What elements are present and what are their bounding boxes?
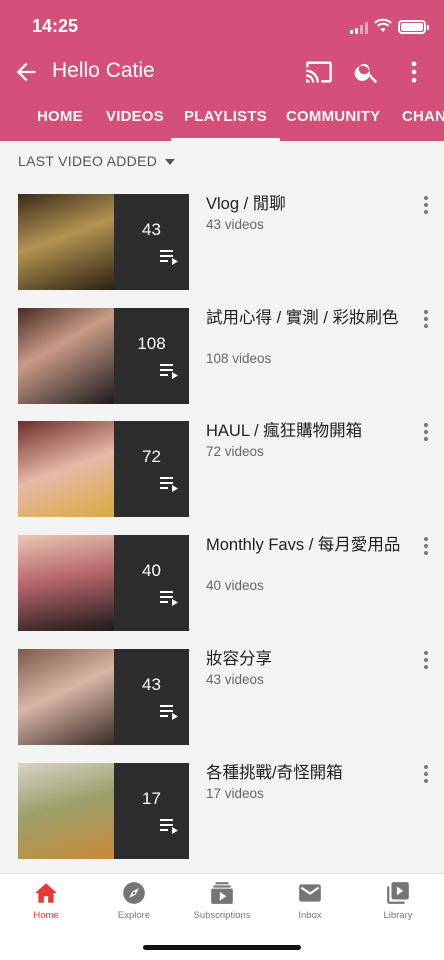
subscriptions-icon bbox=[211, 882, 233, 904]
arrow-left-icon[interactable] bbox=[12, 58, 40, 86]
nav-home[interactable]: Home bbox=[2, 880, 90, 921]
playlist-title[interactable]: Vlog / 閒聊 bbox=[206, 194, 402, 214]
sort-label: LAST VIDEO ADDED bbox=[18, 153, 158, 169]
more-vert-icon[interactable] bbox=[420, 196, 432, 216]
tab-playlists[interactable]: PLAYLISTS bbox=[171, 96, 280, 141]
playlist-video-count: 43 videos bbox=[206, 217, 264, 232]
more-vert-icon[interactable] bbox=[400, 58, 428, 86]
playlist-icon bbox=[160, 705, 178, 720]
more-vert-icon[interactable] bbox=[420, 765, 432, 785]
playlist-icon bbox=[160, 250, 178, 265]
thumbnail-image bbox=[18, 421, 114, 517]
playlist-item[interactable]: 108 試用心得 / 實測 / 彩妝刷色 108 videos bbox=[0, 308, 444, 408]
nav-label: Subscriptions bbox=[193, 910, 251, 921]
playlist-count: 17 bbox=[142, 789, 161, 808]
playlist-video-count: 17 videos bbox=[206, 786, 264, 801]
playlist-count-overlay: 72 bbox=[114, 421, 189, 517]
playlist-count-overlay: 40 bbox=[114, 535, 189, 631]
playlist-title[interactable]: 試用心得 / 實測 / 彩妝刷色 bbox=[206, 308, 402, 328]
cast-icon[interactable] bbox=[305, 58, 333, 86]
playlist-count: 72 bbox=[142, 447, 161, 466]
nav-inbox[interactable]: Inbox bbox=[266, 880, 354, 921]
playlist-item[interactable]: 43 妝容分享 43 videos bbox=[0, 649, 444, 749]
channel-title: Hello Catie bbox=[52, 59, 155, 82]
home-indicator[interactable] bbox=[143, 945, 301, 950]
playlist-thumbnail[interactable]: 43 bbox=[18, 649, 189, 745]
playlist-item[interactable]: 40 Monthly Favs / 每月愛用品 40 videos bbox=[0, 535, 444, 635]
thumbnail-image bbox=[18, 649, 114, 745]
playlist-item[interactable]: 43 Vlog / 閒聊 43 videos bbox=[0, 194, 444, 294]
more-vert-icon[interactable] bbox=[420, 310, 432, 330]
home-icon bbox=[35, 883, 57, 903]
thumbnail-image bbox=[18, 535, 114, 631]
battery-icon bbox=[398, 20, 429, 34]
playlist-item[interactable]: 72 HAUL / 瘋狂購物開箱 72 videos bbox=[0, 421, 444, 521]
playlist-icon bbox=[160, 477, 178, 492]
nav-explore[interactable]: Explore bbox=[90, 880, 178, 921]
playlist-item[interactable]: 17 各種挑戰/奇怪開箱 17 videos bbox=[0, 763, 444, 863]
more-vert-icon[interactable] bbox=[420, 423, 432, 443]
playlist-title[interactable]: 妝容分享 bbox=[206, 649, 402, 669]
search-icon[interactable] bbox=[353, 58, 381, 86]
nav-label: Inbox bbox=[298, 910, 322, 921]
playlist-icon bbox=[160, 364, 178, 379]
playlist-thumbnail[interactable]: 17 bbox=[18, 763, 189, 859]
signal-icon bbox=[350, 22, 370, 34]
status-bar: 14:25 bbox=[0, 0, 444, 50]
thumbnail-image bbox=[18, 194, 114, 290]
playlist-thumbnail[interactable]: 108 bbox=[18, 308, 189, 404]
playlist-thumbnail[interactable]: 40 bbox=[18, 535, 189, 631]
tab-videos[interactable]: VIDEOS bbox=[106, 96, 164, 141]
playlist-thumbnail[interactable]: 43 bbox=[18, 194, 189, 290]
sort-dropdown[interactable]: LAST VIDEO ADDED bbox=[18, 153, 176, 169]
more-vert-icon[interactable] bbox=[420, 537, 432, 557]
playlist-video-count: 40 videos bbox=[206, 578, 264, 593]
playlist-video-count: 43 videos bbox=[206, 672, 264, 687]
nav-subscriptions[interactable]: Subscriptions bbox=[178, 880, 266, 921]
tab-community[interactable]: COMMUNITY bbox=[286, 96, 380, 141]
playlist-title[interactable]: 各種挑戰/奇怪開箱 bbox=[206, 763, 402, 783]
playlist-icon bbox=[160, 591, 178, 606]
playlist-count-overlay: 43 bbox=[114, 194, 189, 290]
nav-label: Library bbox=[383, 910, 413, 921]
playlist-video-count: 108 videos bbox=[206, 351, 272, 366]
library-icon bbox=[387, 882, 409, 904]
tab-channels[interactable]: CHAN bbox=[402, 96, 444, 141]
playlist-icon bbox=[160, 819, 178, 834]
playlist-count: 108 bbox=[137, 334, 166, 353]
nav-label: Home bbox=[33, 910, 59, 921]
playlist-count-overlay: 17 bbox=[114, 763, 189, 859]
compass-icon bbox=[123, 882, 145, 904]
playlist-count-overlay: 43 bbox=[114, 649, 189, 745]
mail-icon bbox=[299, 884, 321, 902]
app-bar: 14:25 Hello Catie HOME VIDEOS PLAYLISTS … bbox=[0, 0, 444, 141]
playlist-count-overlay: 108 bbox=[114, 308, 189, 404]
caret-down-icon bbox=[165, 159, 176, 166]
nav-library[interactable]: Library bbox=[354, 880, 442, 921]
playlist-video-count: 72 videos bbox=[206, 444, 264, 459]
toolbar: Hello Catie bbox=[0, 50, 444, 94]
wifi-icon bbox=[374, 18, 392, 32]
thumbnail-image bbox=[18, 763, 114, 859]
thumbnail-image bbox=[18, 308, 114, 404]
more-vert-icon[interactable] bbox=[420, 651, 432, 671]
playlist-title[interactable]: Monthly Favs / 每月愛用品 bbox=[206, 535, 402, 555]
playlist-thumbnail[interactable]: 72 bbox=[18, 421, 189, 517]
playlist-title[interactable]: HAUL / 瘋狂購物開箱 bbox=[206, 421, 402, 441]
playlist-count: 43 bbox=[142, 675, 161, 694]
playlist-count: 43 bbox=[142, 220, 161, 239]
channel-tabs: HOME VIDEOS PLAYLISTS COMMUNITY CHAN bbox=[0, 96, 444, 141]
status-time: 14:25 bbox=[32, 16, 79, 36]
tab-home[interactable]: HOME bbox=[37, 96, 83, 141]
nav-label: Explore bbox=[117, 910, 151, 921]
playlist-count: 40 bbox=[142, 561, 161, 580]
